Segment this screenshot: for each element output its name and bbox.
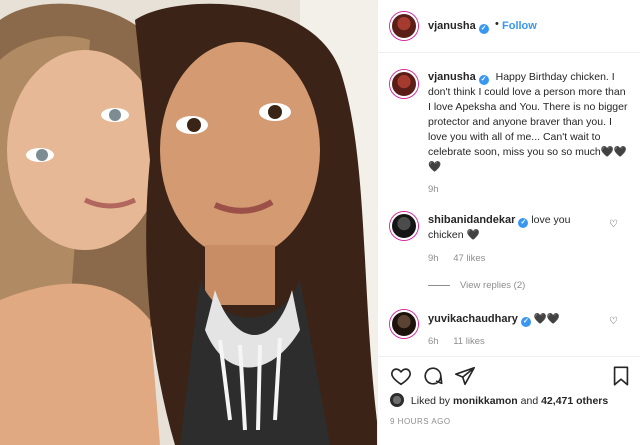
- author-avatar[interactable]: [390, 12, 418, 40]
- comment-text: 🖤🖤: [533, 313, 560, 325]
- liker-username[interactable]: monikkamon: [453, 395, 518, 407]
- comment-time: 9h: [428, 253, 439, 264]
- caption-time: 9h: [428, 184, 439, 195]
- comment-meta: 9h 47 likes: [428, 253, 497, 264]
- comment-icon[interactable]: [422, 365, 444, 387]
- separator-dot: •: [495, 18, 499, 30]
- comment-username[interactable]: shibanidandekar ✓: [428, 214, 529, 228]
- post-timestamp: 9 HOURS AGO: [390, 417, 451, 426]
- comment-item: shibanidandekar ✓ love you chicken 🖤: [428, 213, 603, 243]
- verified-badge-icon: ✓: [478, 24, 489, 34]
- comment-likes[interactable]: 11 likes: [453, 336, 485, 347]
- comment-avatar[interactable]: [390, 310, 418, 338]
- post-header: vjanusha ✓ • Follow: [378, 0, 640, 53]
- comment-item: yuvikachaudhary ✓ 🖤🖤: [428, 312, 603, 327]
- verified-badge-icon: ✓: [478, 75, 489, 85]
- verified-badge-icon: ✓: [520, 317, 531, 327]
- author-username[interactable]: vjanusha ✓: [428, 20, 489, 34]
- likes-count[interactable]: 42,471 others: [541, 395, 608, 407]
- caption-username[interactable]: vjanusha ✓: [428, 71, 489, 85]
- liker-avatar: [390, 393, 404, 407]
- comment-username[interactable]: yuvikachaudhary ✓: [428, 313, 531, 327]
- comment-time: 6h: [428, 336, 439, 347]
- post-photo[interactable]: [0, 0, 377, 445]
- caption-text: Happy Birthday chicken. I don't think I …: [428, 71, 628, 173]
- comment-like-heart-icon[interactable]: ♡: [609, 316, 618, 327]
- instagram-post: vjanusha ✓ • Follow vjanusha ✓ Happy Birth…: [0, 0, 640, 445]
- bookmark-icon[interactable]: [610, 365, 632, 387]
- comment-meta: 6h 11 likes: [428, 336, 497, 347]
- heart-icon[interactable]: [390, 365, 412, 387]
- post-caption: vjanusha ✓ Happy Birthday chicken. I don'…: [428, 70, 628, 175]
- selfie-image: [0, 0, 377, 445]
- follow-button[interactable]: Follow: [502, 20, 537, 32]
- comment-likes[interactable]: 47 likes: [453, 253, 485, 264]
- view-replies-link[interactable]: View replies (2): [428, 280, 525, 291]
- liked-by-row: Liked by monikkamon and 42,471 others: [390, 393, 608, 407]
- post-side-panel: vjanusha ✓ • Follow vjanusha ✓ Happy Birth…: [377, 0, 640, 445]
- share-icon[interactable]: [454, 365, 476, 387]
- caption-author-avatar[interactable]: [390, 70, 418, 98]
- post-actions: Liked by monikkamon and 42,471 others 9 …: [378, 356, 640, 445]
- comment-like-heart-icon[interactable]: ♡: [609, 219, 618, 230]
- comment-avatar[interactable]: [390, 212, 418, 240]
- verified-badge-icon: ✓: [518, 218, 529, 228]
